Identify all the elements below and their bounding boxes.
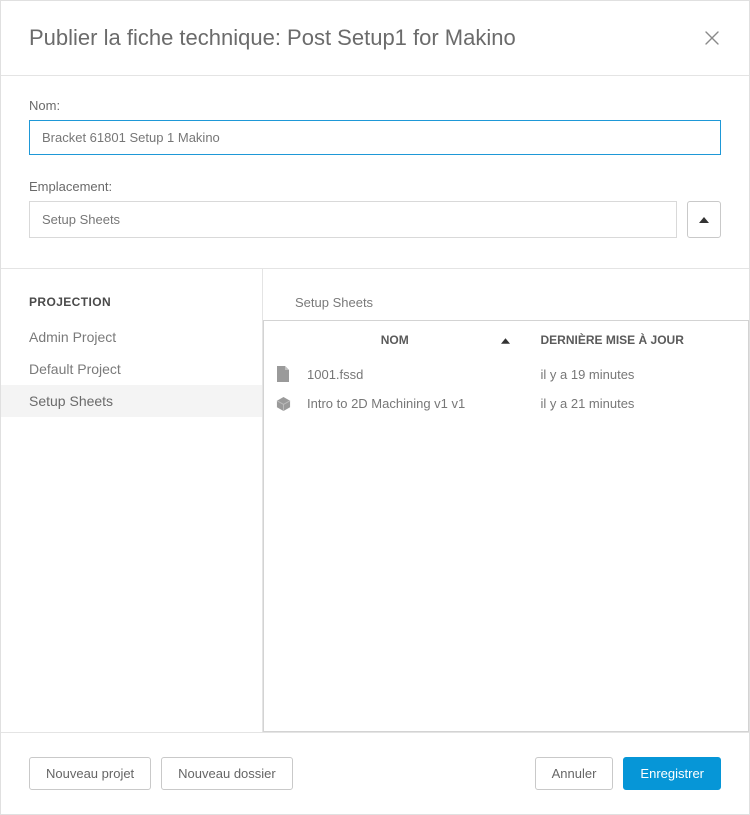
form-area: Nom: Emplacement: Setup Sheets: [1, 76, 749, 268]
sidebar-item-default-project[interactable]: Default Project: [1, 353, 262, 385]
file-updated: il y a 19 minutes: [521, 359, 749, 389]
cancel-button[interactable]: Annuler: [535, 757, 614, 790]
name-label: Nom:: [29, 98, 721, 113]
file-name: Intro to 2D Machining v1 v1: [299, 389, 521, 418]
table-row[interactable]: 1001.fssd il y a 19 minutes: [264, 359, 748, 389]
content-path: Setup Sheets: [263, 269, 749, 320]
location-label: Emplacement:: [29, 179, 721, 194]
up-folder-button[interactable]: [687, 201, 721, 238]
location-path[interactable]: Setup Sheets: [29, 201, 677, 238]
sidebar-item-setup-sheets[interactable]: Setup Sheets: [1, 385, 262, 417]
close-button[interactable]: [703, 29, 721, 47]
location-row: Setup Sheets: [29, 201, 721, 238]
dialog-footer: Nouveau projet Nouveau dossier Annuler E…: [1, 733, 749, 814]
sidebar-heading: PROJECTION: [1, 295, 262, 321]
name-input[interactable]: [29, 120, 721, 155]
caret-up-icon: [501, 333, 510, 347]
publish-dialog: Publier la fiche technique: Post Setup1 …: [0, 0, 750, 815]
column-header-name[interactable]: NOM: [299, 321, 491, 359]
caret-up-icon: [699, 217, 709, 223]
file-name: 1001.fssd: [299, 359, 521, 389]
save-button[interactable]: Enregistrer: [623, 757, 721, 790]
box-icon: [276, 396, 291, 411]
dialog-title: Publier la fiche technique: Post Setup1 …: [29, 25, 703, 51]
file-table: NOM DERNIÈRE MISE À JOUR: [263, 320, 749, 732]
sidebar: PROJECTION Admin Project Default Project…: [1, 269, 263, 732]
column-header-updated[interactable]: DERNIÈRE MISE À JOUR: [521, 321, 749, 359]
column-header-name-label: NOM: [381, 333, 409, 347]
table-header-row: NOM DERNIÈRE MISE À JOUR: [264, 321, 748, 359]
content-pane: Setup Sheets NOM: [263, 269, 749, 732]
new-folder-button[interactable]: Nouveau dossier: [161, 757, 293, 790]
close-icon: [705, 31, 719, 45]
dialog-header: Publier la fiche technique: Post Setup1 …: [1, 1, 749, 75]
file-icon: [276, 366, 290, 382]
sidebar-item-admin-project[interactable]: Admin Project: [1, 321, 262, 353]
new-project-button[interactable]: Nouveau projet: [29, 757, 151, 790]
table-row[interactable]: Intro to 2D Machining v1 v1 il y a 21 mi…: [264, 389, 748, 418]
file-updated: il y a 21 minutes: [521, 389, 749, 418]
file-browser: PROJECTION Admin Project Default Project…: [1, 268, 749, 732]
sort-indicator[interactable]: [491, 321, 521, 359]
column-header-updated-label: DERNIÈRE MISE À JOUR: [541, 333, 684, 347]
